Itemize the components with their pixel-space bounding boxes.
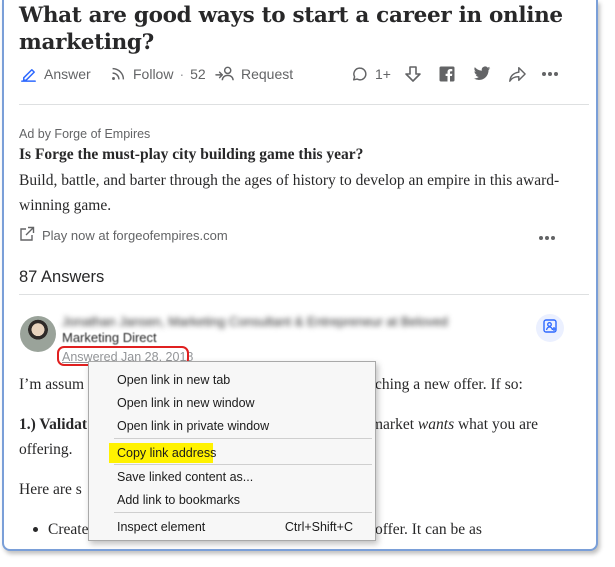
comment-bubble-icon <box>351 65 369 83</box>
more-dots-icon <box>541 71 559 77</box>
facebook-icon <box>439 66 455 82</box>
answers-count-heading: 87 Answers <box>19 268 105 286</box>
comments-count: 1+ <box>375 66 391 82</box>
twitter-bird-icon <box>473 66 491 82</box>
ad-link-label: Play now at forgeofempires.com <box>42 228 228 243</box>
answer-text-fragment: wants <box>417 416 455 433</box>
ad-title[interactable]: Is Forge the must-play city building gam… <box>19 146 363 164</box>
question-title[interactable]: What are good ways to start a career in … <box>19 2 579 56</box>
section-divider <box>19 294 589 295</box>
answer-paragraph-2: 1.) Validat <box>19 412 87 437</box>
answer-paragraph-3: Here are s <box>19 477 82 502</box>
answer-bullet-1-end: offer. It can be as <box>375 517 482 542</box>
answer-bullet-1: Create <box>48 517 88 542</box>
follow-count: 52 <box>190 66 206 82</box>
answer-text-fragment: I’m assum <box>19 376 85 393</box>
answer-label: Answer <box>44 66 91 82</box>
author-credential: Marketing Direct <box>62 330 157 345</box>
ad-more-options-button[interactable] <box>538 228 556 246</box>
menu-separator <box>114 438 372 439</box>
browser-context-menu: Open link in new tab Open link in new wi… <box>88 361 376 541</box>
ad-body-text: Build, battle, and barter through the ag… <box>19 172 560 214</box>
menu-item-inspect-element[interactable]: Inspect element <box>117 517 205 537</box>
quora-question-card: What are good ways to start a career in … <box>2 0 598 551</box>
menu-separator <box>114 512 372 513</box>
add-person-icon <box>542 318 558 339</box>
follow-author-button[interactable] <box>536 314 564 342</box>
follow-label: Follow <box>133 66 174 82</box>
answer-button[interactable]: Answer <box>19 62 91 86</box>
follow-separator: · <box>179 66 185 82</box>
answer-paragraph-1-end: ching a new offer. If so: <box>375 372 523 397</box>
more-dots-icon <box>538 228 556 245</box>
answer-text-fragment: ching a new offer. If so: <box>375 376 523 393</box>
request-person-icon <box>215 65 235 83</box>
ad-sponsor-label: Ad by Forge of Empires <box>19 127 151 141</box>
answer-text-fragment: 1.) Validat <box>19 416 88 433</box>
downvote-button[interactable] <box>403 62 423 86</box>
rss-follow-icon <box>109 65 127 83</box>
menu-item-open-private-window[interactable]: Open link in private window <box>117 416 269 436</box>
inspect-shortcut-label: Ctrl+Shift+C <box>284 520 353 534</box>
request-label: Request <box>241 66 294 82</box>
menu-item-open-new-tab[interactable]: Open link in new tab <box>117 370 230 390</box>
avatar[interactable] <box>20 316 56 352</box>
share-button[interactable] <box>507 62 527 86</box>
downvote-arrow-icon <box>403 64 423 84</box>
section-divider <box>19 104 589 105</box>
answer-paragraph-2-cont: offering. <box>19 437 73 462</box>
answer-text-fragment: offering. <box>19 441 73 458</box>
follow-button[interactable]: Follow · 52 <box>109 62 206 86</box>
answer-text-fragment: market <box>371 416 418 433</box>
ad-link[interactable]: Play now at forgeofempires.com <box>19 226 228 245</box>
menu-separator <box>114 464 372 465</box>
pencil-icon <box>19 65 38 84</box>
answer-text-fragment: Here are s <box>19 481 82 498</box>
menu-item-open-new-window[interactable]: Open link in new window <box>117 393 255 413</box>
question-action-bar: Answer Follow · 52 Request 1+ <box>17 62 577 86</box>
answer-paragraph-1: I’m assum <box>19 372 84 397</box>
menu-item-copy-link-address[interactable]: Copy link address <box>117 443 216 463</box>
share-twitter-button[interactable] <box>473 62 491 86</box>
menu-item-add-bookmark[interactable]: Add link to bookmarks <box>117 490 240 510</box>
request-button[interactable]: Request <box>215 62 293 86</box>
share-facebook-button[interactable] <box>439 62 455 86</box>
share-arrow-icon <box>507 65 527 83</box>
more-options-button[interactable] <box>541 62 559 86</box>
external-link-icon <box>19 226 35 245</box>
comments-button[interactable]: 1+ <box>351 62 391 86</box>
menu-item-save-linked-content[interactable]: Save linked content as... <box>117 467 253 487</box>
bullet-point <box>33 527 38 532</box>
answer-paragraph-2-end: market wants what you are <box>371 412 538 437</box>
answer-text-fragment: Create <box>48 521 89 538</box>
author-name-blurred[interactable]: Jonathan Jansen, Marketing Consultant & … <box>62 314 512 330</box>
answer-text-fragment: what you are <box>454 416 539 433</box>
answer-text-fragment: offer. It can be as <box>375 521 482 538</box>
